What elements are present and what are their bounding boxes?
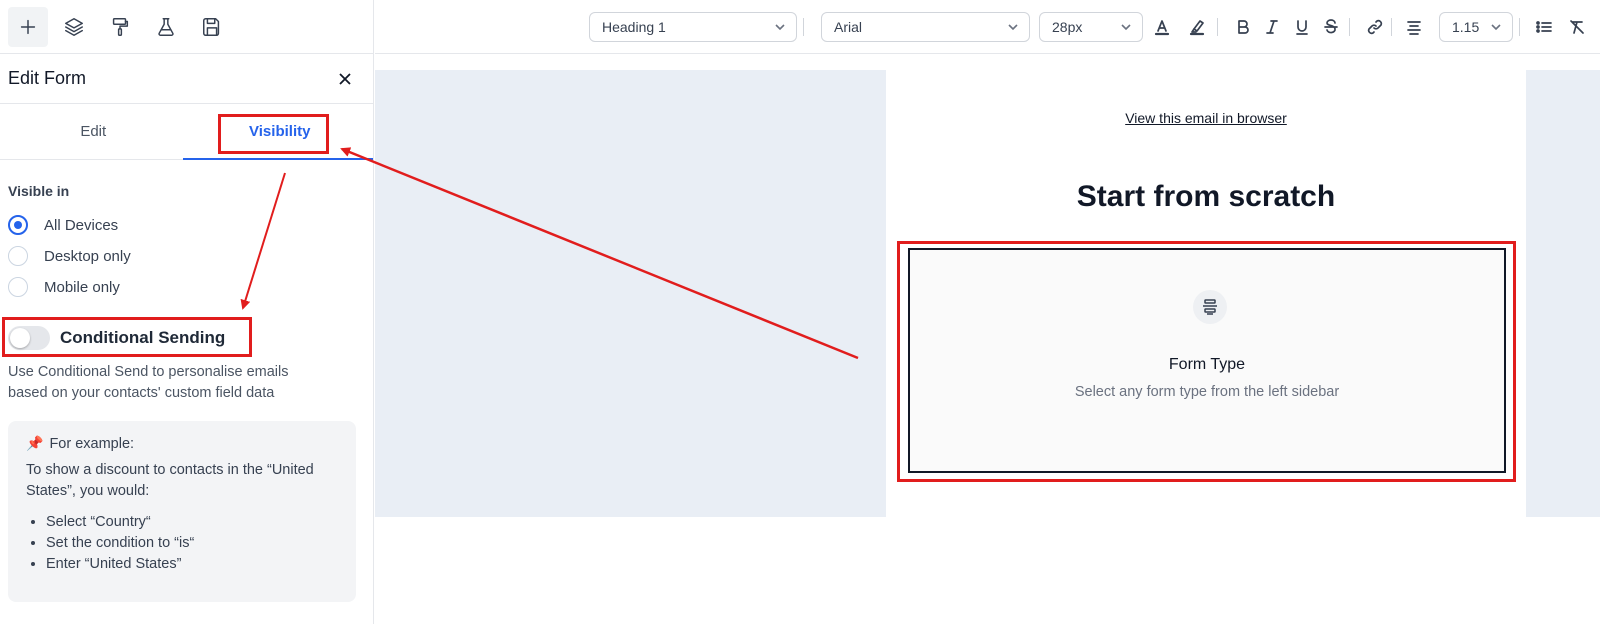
pushpin-icon: 📌 bbox=[26, 435, 44, 451]
active-tab-indicator bbox=[183, 158, 373, 160]
form-type-title: Form Type bbox=[1168, 356, 1246, 373]
radio-label: All Devices bbox=[44, 216, 119, 234]
paint-roller-icon[interactable] bbox=[100, 7, 140, 47]
underline-icon[interactable] bbox=[1290, 15, 1314, 39]
layers-icon[interactable] bbox=[54, 7, 94, 47]
radio-label: Desktop only bbox=[44, 247, 131, 265]
bulleted-list-icon[interactable] bbox=[1532, 15, 1556, 39]
form-type-icon bbox=[1193, 290, 1227, 324]
example-title-row: 📌 For example: bbox=[26, 435, 338, 452]
save-icon[interactable] bbox=[192, 7, 232, 47]
radio-button[interactable] bbox=[8, 246, 28, 266]
visible-in-label: Visible in bbox=[8, 183, 70, 199]
clear-formatting-icon[interactable] bbox=[1565, 15, 1589, 39]
flask-icon[interactable] bbox=[146, 7, 186, 47]
divider bbox=[1391, 18, 1392, 36]
line-height-select[interactable]: 1.15 bbox=[1439, 12, 1513, 42]
font-family-select[interactable]: Arial bbox=[821, 12, 1030, 42]
conditional-help-text: Use Conditional Send to personalise emai… bbox=[8, 364, 289, 401]
tab-edit[interactable]: Edit bbox=[0, 104, 187, 159]
radio-label: Mobile only bbox=[44, 278, 120, 296]
strikethrough-icon[interactable] bbox=[1319, 15, 1343, 39]
form-placeholder-block[interactable]: Form Type Select any form type from the … bbox=[908, 248, 1506, 473]
divider bbox=[803, 18, 804, 36]
align-center-icon[interactable] bbox=[1402, 15, 1426, 39]
conditional-sending-annotation-box bbox=[2, 317, 252, 357]
block-type-value: Heading 1 bbox=[602, 19, 666, 35]
left-panel: Edit Form Edit Visibility Visible in All… bbox=[0, 0, 374, 624]
panel-header: Edit Form bbox=[0, 54, 373, 104]
view-in-browser-link[interactable]: View this email in browser bbox=[886, 110, 1526, 126]
form-type-subtitle: Select any form type from the left sideb… bbox=[1074, 384, 1340, 400]
highlighter-icon[interactable] bbox=[1185, 15, 1209, 39]
font-family-value: Arial bbox=[834, 19, 863, 35]
example-steps: Select “Country“ Set the condition to “i… bbox=[26, 512, 338, 575]
list-item: Set the condition to “is“ bbox=[46, 533, 338, 554]
radio-button-checked[interactable] bbox=[8, 215, 28, 235]
sidebar-icon-bar bbox=[0, 0, 373, 54]
formatting-toolbar: Heading 1 Arial 28px 1.15 bbox=[375, 0, 1600, 54]
radio-desktop-only[interactable]: Desktop only bbox=[8, 246, 131, 266]
font-size-value: 28px bbox=[1052, 19, 1083, 35]
email-heading[interactable]: Start from scratch bbox=[886, 180, 1526, 214]
font-size-select[interactable]: 28px bbox=[1039, 12, 1143, 42]
divider bbox=[1519, 18, 1520, 36]
bold-icon[interactable] bbox=[1231, 15, 1255, 39]
divider bbox=[1349, 18, 1350, 36]
example-title: For example: bbox=[49, 435, 135, 452]
radio-button[interactable] bbox=[8, 277, 28, 297]
close-icon[interactable] bbox=[335, 69, 355, 89]
chevron-down-icon bbox=[1008, 24, 1018, 31]
plus-icon[interactable] bbox=[8, 6, 48, 47]
example-box: 📌 For example: To show a discount to con… bbox=[8, 421, 356, 602]
radio-mobile-only[interactable]: Mobile only bbox=[8, 277, 120, 297]
chevron-down-icon bbox=[1121, 24, 1131, 31]
panel-title: Edit Form bbox=[8, 68, 87, 88]
visibility-tab-annotation-box bbox=[218, 114, 329, 154]
line-height-value: 1.15 bbox=[1452, 19, 1480, 35]
list-item: Enter “United States” bbox=[46, 554, 338, 575]
text-color-icon[interactable] bbox=[1150, 15, 1174, 39]
link-icon[interactable] bbox=[1363, 15, 1387, 39]
list-item: Select “Country“ bbox=[46, 512, 338, 533]
italic-icon[interactable] bbox=[1260, 15, 1284, 39]
chevron-down-icon bbox=[1491, 24, 1501, 31]
chevron-down-icon bbox=[775, 24, 785, 31]
divider bbox=[1217, 18, 1218, 36]
example-body: To show a discount to contacts in the “U… bbox=[26, 462, 314, 499]
block-type-select[interactable]: Heading 1 bbox=[589, 12, 797, 42]
radio-all-devices[interactable]: All Devices bbox=[8, 215, 118, 235]
